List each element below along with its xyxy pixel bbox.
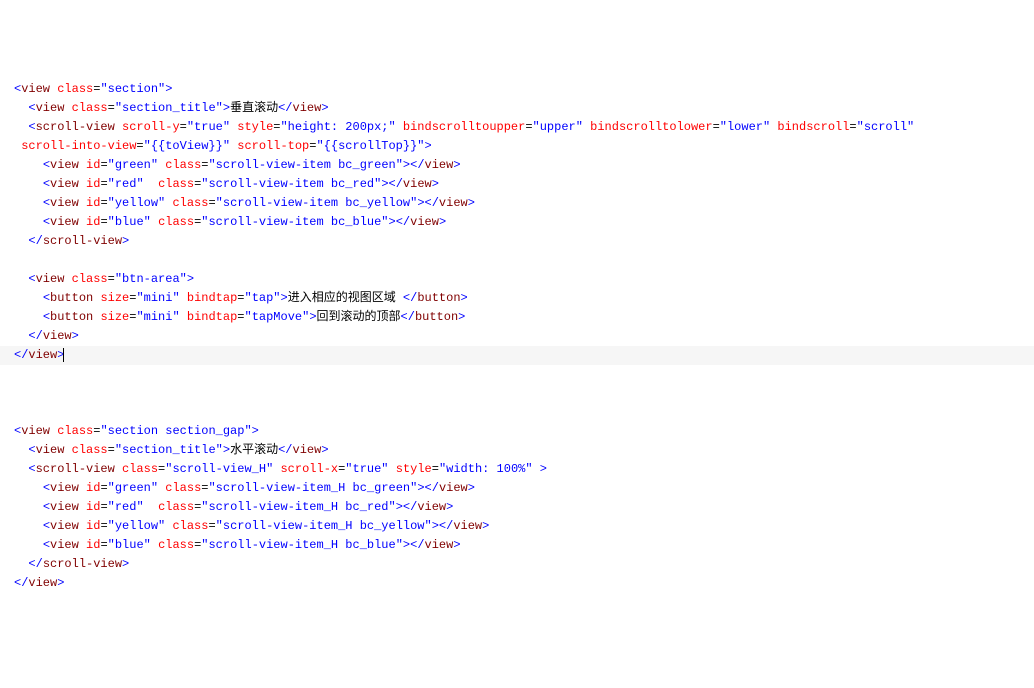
code-line: <view id="blue" class="scroll-view-item … [0,213,1034,232]
code-line: <view id="blue" class="scroll-view-item_… [0,536,1034,555]
code-line [0,384,1034,403]
code-editor[interactable]: <view class="section"> <view class="sect… [0,80,1034,593]
code-line: <button size="mini" bindtap="tapMove">回到… [0,308,1034,327]
code-line: <view class="section section_gap"> [0,422,1034,441]
code-line: </view> [0,327,1034,346]
code-line: <scroll-view scroll-y="true" style="heig… [0,118,1034,137]
code-line: </scroll-view> [0,232,1034,251]
code-line: <view id="red" class="scroll-view-item_H… [0,498,1034,517]
code-line: <view class="btn-area"> [0,270,1034,289]
code-line: <scroll-view class="scroll-view_H" scrol… [0,460,1034,479]
code-line: </scroll-view> [0,555,1034,574]
code-line: scroll-into-view="{{toView}}" scroll-top… [0,137,1034,156]
code-line: <view class="section_title">水平滚动</view> [0,441,1034,460]
code-line [0,365,1034,384]
code-line: <button size="mini" bindtap="tap">进入相应的视… [0,289,1034,308]
code-line: <view id="yellow" class="scroll-view-ite… [0,194,1034,213]
code-line [0,403,1034,422]
code-line [0,251,1034,270]
code-line: </view> [0,346,1034,365]
code-line: <view class="section_title">垂直滚动</view> [0,99,1034,118]
code-line: <view id="green" class="scroll-view-item… [0,479,1034,498]
code-line: <view class="section"> [0,80,1034,99]
code-line: <view id="red" class="scroll-view-item b… [0,175,1034,194]
code-line: <view id="yellow" class="scroll-view-ite… [0,517,1034,536]
code-line: </view> [0,574,1034,593]
code-line: <view id="green" class="scroll-view-item… [0,156,1034,175]
